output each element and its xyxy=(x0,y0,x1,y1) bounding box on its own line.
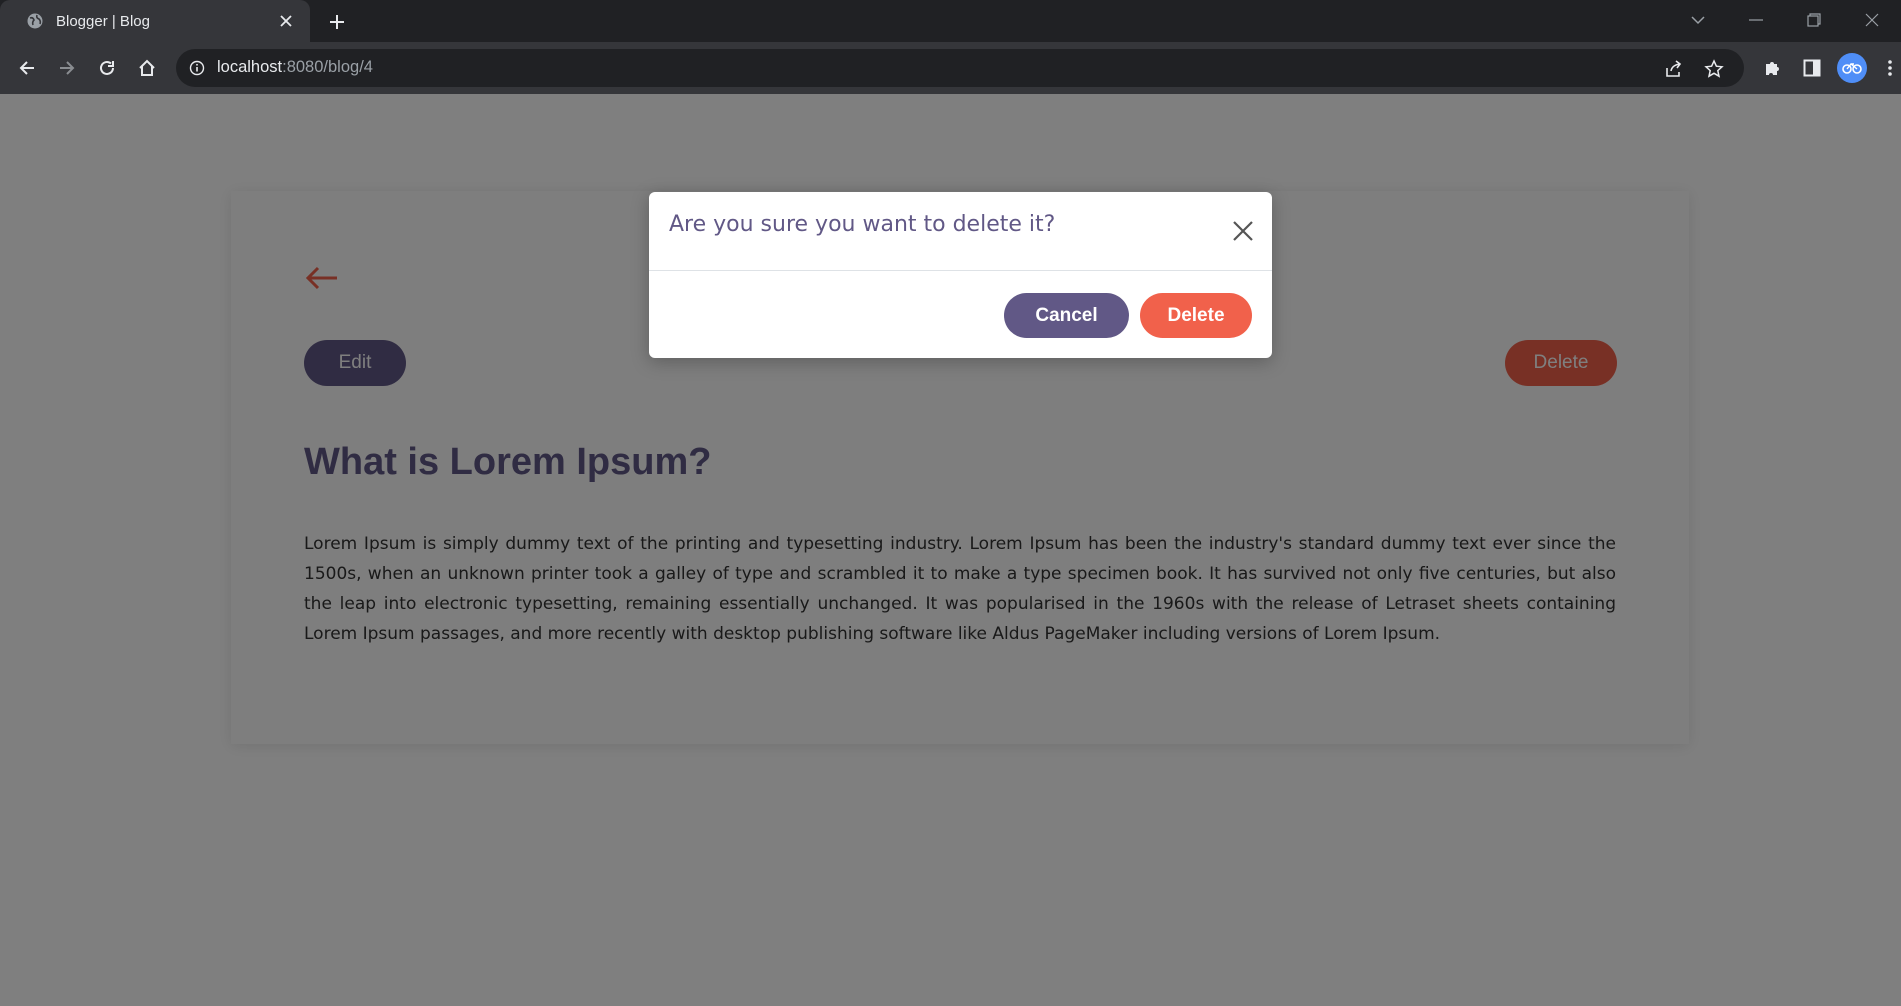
home-icon xyxy=(139,59,155,76)
back-arrow-icon xyxy=(19,61,34,75)
kebab-menu-icon[interactable] xyxy=(1880,55,1900,81)
url-host: localhost xyxy=(217,58,283,76)
minimize-button[interactable] xyxy=(1727,0,1785,40)
reload-button[interactable] xyxy=(93,54,121,82)
star-icon[interactable] xyxy=(1703,58,1725,80)
restore-button[interactable] xyxy=(1785,0,1843,40)
modal-header: Are you sure you want to delete it? xyxy=(649,192,1272,271)
chevron-down-icon xyxy=(1691,16,1705,25)
browser-tab-strip: Blogger | Blog xyxy=(0,0,1901,42)
share-icon[interactable] xyxy=(1663,58,1685,80)
cancel-button[interactable]: Cancel xyxy=(1004,293,1129,338)
restore-icon xyxy=(1807,13,1821,27)
browser-toolbar: localhost:8080/blog/4 xyxy=(0,42,1901,94)
side-panel-icon[interactable] xyxy=(1799,55,1825,81)
url-text[interactable]: localhost:8080/blog/4 xyxy=(217,58,373,77)
forward-arrow-icon xyxy=(60,61,75,75)
profile-avatar[interactable] xyxy=(1837,53,1867,83)
reload-icon xyxy=(100,60,114,75)
back-button[interactable] xyxy=(13,54,41,82)
info-icon[interactable] xyxy=(188,59,206,77)
minimize-icon xyxy=(1749,19,1763,21)
close-icon xyxy=(1865,13,1879,27)
close-icon[interactable] xyxy=(276,11,296,31)
tab-search-button[interactable] xyxy=(1669,0,1727,40)
page-viewport: Edit Delete What is Lorem Ipsum? Lorem I… xyxy=(0,94,1901,1006)
extensions-puzzle-icon[interactable] xyxy=(1759,55,1785,81)
forward-button[interactable] xyxy=(53,54,81,82)
new-tab-button[interactable] xyxy=(325,10,349,34)
close-icon[interactable] xyxy=(1229,217,1257,245)
globe-icon xyxy=(26,12,44,30)
browser-tab[interactable]: Blogger | Blog xyxy=(0,0,310,42)
plus-icon xyxy=(330,15,344,29)
address-bar[interactable]: localhost:8080/blog/4 xyxy=(176,49,1744,87)
url-path: :8080/blog/4 xyxy=(282,58,373,76)
close-window-button[interactable] xyxy=(1843,0,1901,40)
confirm-delete-button[interactable]: Delete xyxy=(1140,293,1252,338)
home-button[interactable] xyxy=(133,54,161,82)
delete-confirm-modal: Are you sure you want to delete it? Canc… xyxy=(649,192,1272,358)
window-controls xyxy=(1669,0,1901,40)
tab-title: Blogger | Blog xyxy=(56,12,150,30)
modal-title: Are you sure you want to delete it? xyxy=(669,212,1056,237)
